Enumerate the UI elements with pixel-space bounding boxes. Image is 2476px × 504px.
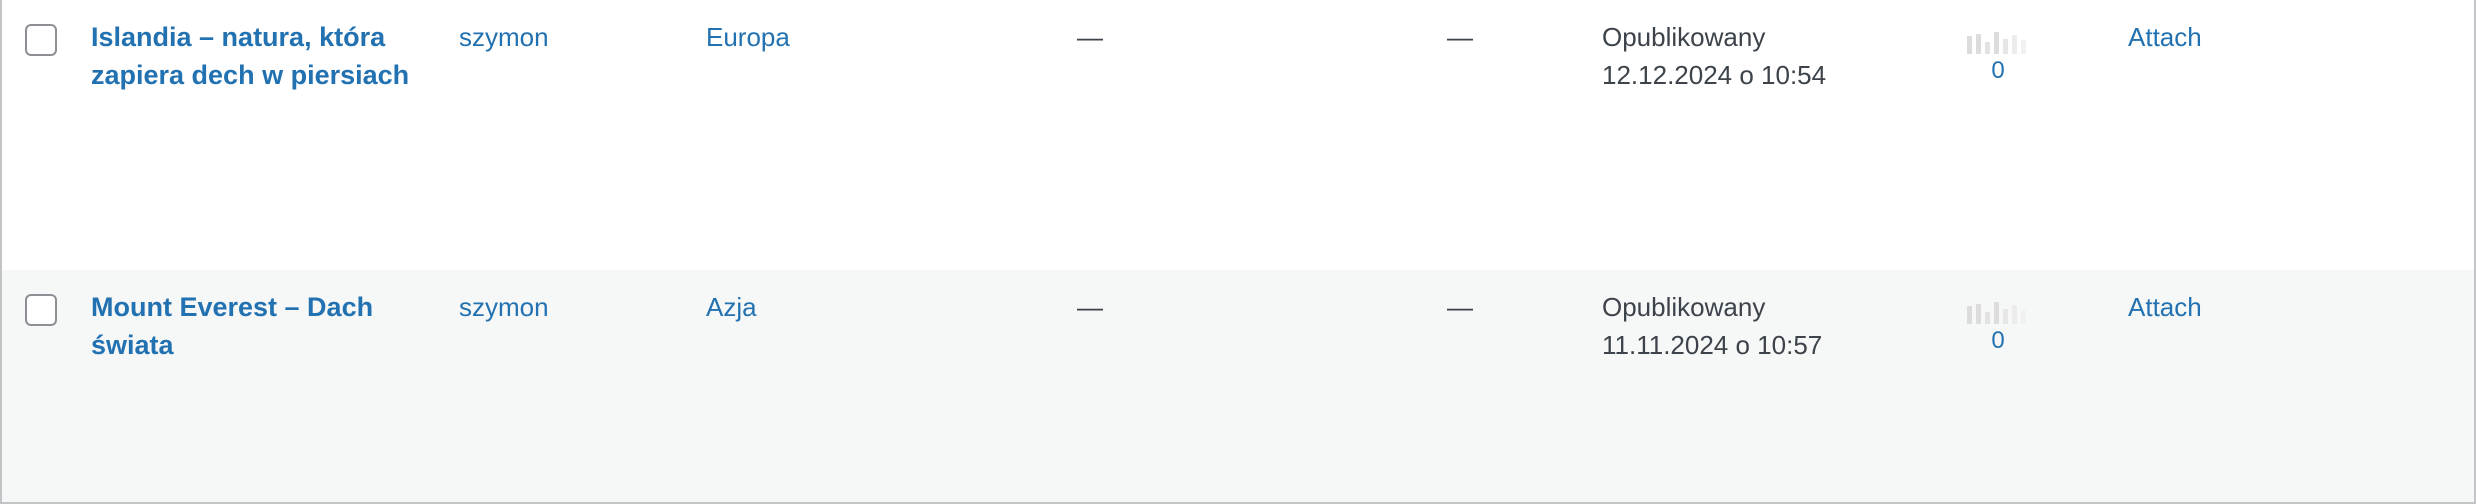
attach-link[interactable]: Attach	[2128, 18, 2202, 56]
date-cell: Opublikowany 12.12.2024 o 10:54	[1602, 18, 1902, 94]
stats-cell: 0	[1965, 30, 2031, 96]
post-title-link[interactable]: Islandia – natura, która zapiera dech w …	[91, 18, 421, 94]
row-checkbox[interactable]	[25, 294, 57, 326]
comments-value: —	[1447, 292, 1473, 322]
post-date: 11.11.2024 o 10:57	[1602, 330, 1823, 360]
tags-value: —	[1077, 292, 1103, 322]
stats-count-link[interactable]: 0	[1965, 326, 2031, 356]
date-cell: Opublikowany 11.11.2024 o 10:57	[1602, 288, 1902, 364]
bar-chart-icon	[1967, 32, 2026, 54]
tags-value: —	[1077, 22, 1103, 52]
stats-count-link[interactable]: 0	[1965, 56, 2031, 86]
author-link[interactable]: szymon	[459, 288, 549, 326]
attach-link[interactable]: Attach	[2128, 288, 2202, 326]
posts-table: Islandia – natura, która zapiera dech w …	[0, 0, 2476, 504]
bar-chart-icon	[1967, 302, 2026, 324]
post-status: Opublikowany	[1602, 22, 1766, 52]
category-link[interactable]: Azja	[706, 288, 757, 326]
author-link[interactable]: szymon	[459, 18, 549, 56]
table-row: Mount Everest – Dach świata szymon Azja …	[2, 270, 2474, 502]
row-checkbox[interactable]	[25, 24, 57, 56]
stats-cell: 0	[1965, 300, 2031, 366]
category-link[interactable]: Europa	[706, 18, 790, 56]
post-title-link[interactable]: Mount Everest – Dach świata	[91, 288, 421, 364]
post-status: Opublikowany	[1602, 292, 1766, 322]
table-row: Islandia – natura, która zapiera dech w …	[2, 0, 2474, 270]
comments-value: —	[1447, 22, 1473, 52]
post-date: 12.12.2024 o 10:54	[1602, 60, 1827, 90]
